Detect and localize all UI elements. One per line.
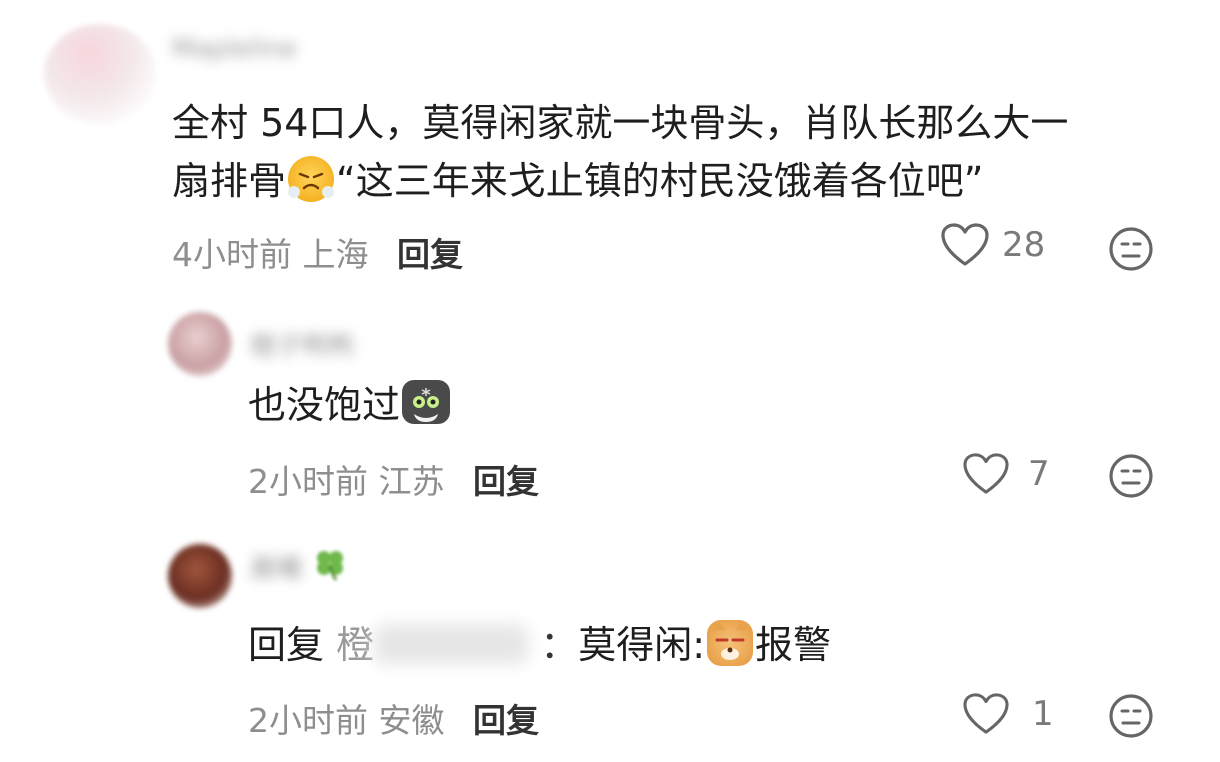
like-button[interactable]: 28 bbox=[940, 222, 1045, 268]
like-count: 28 bbox=[1002, 225, 1046, 265]
comment-text-line2: 扇排骨 “这三年来戈止镇的村民没饿着各位吧” bbox=[172, 148, 983, 214]
reply-text-segment: 报警 bbox=[755, 623, 832, 667]
comment-text: 全村 54口人，莫得闲家就一块骨头，肖队长那么大一 bbox=[172, 90, 1068, 156]
reply-prefix: 回复 bbox=[248, 623, 325, 667]
like-count: 1 bbox=[1032, 694, 1054, 734]
clover-icon bbox=[312, 546, 348, 586]
username[interactable]: 橙子鸭鸭 bbox=[250, 326, 354, 363]
username[interactable]: 晨曦 bbox=[250, 548, 302, 585]
steam-face-emoji bbox=[288, 156, 335, 202]
dislike-button[interactable] bbox=[1108, 226, 1154, 276]
reply-button[interactable]: 回复 bbox=[397, 235, 463, 274]
cat-emoji bbox=[402, 380, 451, 424]
reply-target-name[interactable]: 橙 bbox=[336, 623, 540, 667]
dislike-button[interactable] bbox=[1108, 693, 1154, 743]
neutral-face-icon bbox=[1109, 454, 1153, 498]
location: 上海 bbox=[302, 235, 369, 274]
reply-text: 回复 橙 ：莫得闲: 报警 bbox=[248, 612, 831, 678]
heart-outline-icon bbox=[963, 453, 1009, 494]
reply-target-visible: 橙 bbox=[336, 623, 375, 667]
neutral-face-icon bbox=[1109, 694, 1153, 738]
comment-text-line1: 全村 54口人，莫得闲家就一块骨头，肖队长那么大一 bbox=[172, 101, 1069, 145]
reply-meta: 2小时前 江苏 回复 bbox=[248, 455, 539, 503]
location: 安徽 bbox=[378, 701, 445, 740]
dislike-button[interactable] bbox=[1108, 453, 1154, 503]
heart-outline-icon bbox=[941, 223, 989, 266]
reply-button[interactable]: 回复 bbox=[473, 462, 539, 501]
like-button[interactable]: 1 bbox=[962, 692, 1054, 736]
dog-emoji bbox=[707, 620, 754, 666]
like-count: 7 bbox=[1028, 454, 1050, 494]
comment-text-segment: 扇排骨 bbox=[172, 159, 287, 203]
timestamp: 2小时前 bbox=[248, 701, 368, 740]
reply-target-blurred bbox=[374, 624, 529, 664]
avatar[interactable] bbox=[168, 544, 232, 608]
timestamp: 2小时前 bbox=[248, 462, 368, 501]
timestamp: 4小时前 bbox=[172, 235, 292, 274]
neutral-face-icon bbox=[1109, 227, 1153, 271]
heart-outline-icon bbox=[963, 693, 1009, 734]
colon: ： bbox=[540, 623, 579, 667]
reply-button[interactable]: 回复 bbox=[473, 701, 539, 740]
username-row: 晨曦 bbox=[250, 546, 348, 586]
location: 江苏 bbox=[378, 462, 445, 501]
like-button[interactable]: 7 bbox=[962, 452, 1050, 496]
comment-meta: 4小时前 上海 回复 bbox=[172, 228, 463, 276]
reply-text-segment: 莫得闲: bbox=[578, 623, 706, 667]
reply-meta: 2小时前 安徽 回复 bbox=[248, 694, 539, 742]
username[interactable]: Mapleline bbox=[172, 34, 297, 64]
avatar[interactable] bbox=[168, 312, 232, 376]
reply-text-content: 也没饱过 bbox=[248, 383, 401, 427]
avatar[interactable] bbox=[44, 24, 156, 124]
comment-text-segment: “这三年来戈止镇的村民没饿着各位吧” bbox=[336, 159, 984, 203]
reply-text: 也没饱过 bbox=[248, 372, 452, 438]
